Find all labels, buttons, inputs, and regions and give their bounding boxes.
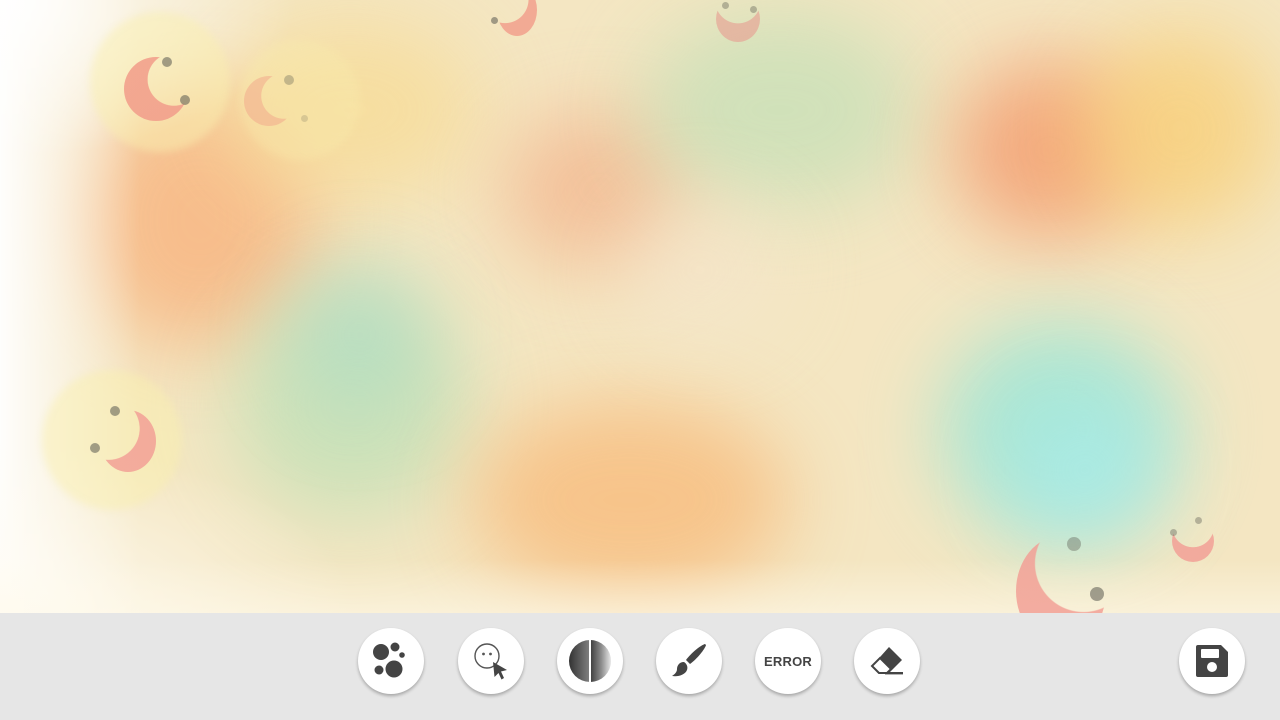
- gradient-tool-button[interactable]: [557, 628, 623, 694]
- eraser-tool-button[interactable]: [854, 628, 920, 694]
- moon-dot: [162, 57, 172, 67]
- face-select-tool-button[interactable]: [458, 628, 524, 694]
- moon-dot: [284, 75, 294, 85]
- moon-dot: [180, 95, 190, 105]
- bg-blob-orange-bottom: [470, 400, 790, 600]
- brush-icon: [669, 641, 709, 681]
- drawing-canvas[interactable]: [0, 0, 1280, 613]
- moon-dot: [90, 443, 100, 453]
- face-cursor-icon: [469, 639, 513, 683]
- moon-shape: [124, 57, 188, 121]
- bubbles-icon: [371, 641, 411, 681]
- bg-blob-gold-topright: [1080, 30, 1280, 230]
- moon-shape: [100, 410, 156, 472]
- bottom-toolbar: ERROR: [0, 613, 1280, 720]
- moon-dot: [750, 6, 757, 13]
- floppy-disk-icon: [1192, 641, 1232, 681]
- bg-blob-cyan-right: [1010, 400, 1160, 540]
- error-status-button[interactable]: ERROR: [755, 628, 821, 694]
- moon-dot: [1195, 517, 1202, 524]
- eraser-icon: [867, 641, 907, 681]
- save-button[interactable]: [1179, 628, 1245, 694]
- brush-tool-button[interactable]: [656, 628, 722, 694]
- gradient-circle-icon: [567, 638, 613, 684]
- bg-blob-green-topcenter: [640, 10, 920, 210]
- moon-dot: [110, 406, 120, 416]
- error-status-label: ERROR: [764, 653, 812, 669]
- moon-shape: [1016, 536, 1106, 613]
- moon-dot: [1090, 587, 1104, 601]
- moon-shape: [1172, 520, 1214, 562]
- bg-blob-light-center: [620, 200, 780, 340]
- bubbles-tool-button[interactable]: [358, 628, 424, 694]
- moon-dot: [722, 2, 729, 9]
- moon-dot: [491, 17, 498, 24]
- moon-dot: [1067, 537, 1081, 551]
- moon-dot: [1170, 529, 1177, 536]
- bg-blob-teal-left: [290, 260, 430, 410]
- moon-dot: [301, 115, 308, 122]
- moon-shape: [497, 0, 537, 36]
